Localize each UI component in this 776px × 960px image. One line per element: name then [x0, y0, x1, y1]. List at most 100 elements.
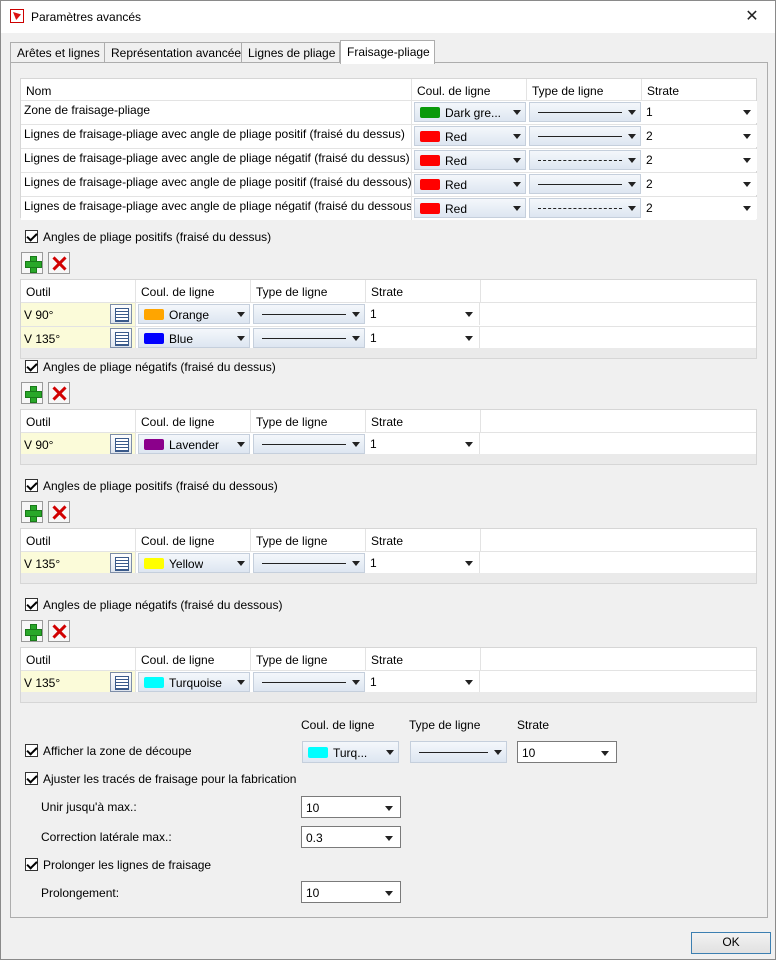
chevron-down-icon	[743, 110, 751, 115]
header-cell: Outil	[21, 529, 136, 551]
strate-value: 2	[646, 129, 653, 143]
catalog-icon[interactable]	[110, 434, 132, 454]
line-color-combo[interactable]: Red	[414, 198, 526, 218]
catalog-icon[interactable]	[110, 328, 132, 348]
line-sample	[538, 184, 622, 185]
tool-table: Outil Coul. de ligne Type de ligne Strate V …	[20, 647, 757, 703]
color-swatch	[144, 309, 164, 320]
checkbox-box[interactable]	[25, 598, 38, 611]
checkbox-box[interactable]	[25, 772, 38, 785]
chevron-down-icon	[465, 312, 473, 317]
unite-value: 10	[306, 801, 320, 815]
checkbox-box[interactable]	[25, 360, 38, 373]
catalog-icon[interactable]	[110, 553, 132, 573]
strate-value: 2	[646, 177, 653, 191]
chevron-down-icon	[465, 336, 473, 341]
table-footer	[21, 692, 756, 702]
delete-icon[interactable]	[48, 501, 70, 523]
line-type-combo[interactable]	[253, 672, 365, 692]
color-swatch	[420, 155, 440, 166]
tool-cell[interactable]: V 90°	[21, 303, 136, 326]
color-swatch	[420, 131, 440, 142]
tab-label: Lignes de pliage	[248, 46, 336, 60]
checkbox-box[interactable]	[25, 744, 38, 757]
ok-button[interactable]: OK	[691, 932, 771, 954]
line-sample	[262, 314, 346, 315]
strate-select[interactable]: 1	[367, 552, 480, 574]
line-color-combo[interactable]: Red	[414, 126, 526, 146]
header-filler	[481, 648, 758, 670]
tab-fraisage-pliage[interactable]: Fraisage-pliage	[340, 40, 435, 64]
header-cell: Strate	[366, 529, 481, 551]
unite-select[interactable]: 10	[301, 796, 401, 818]
strate-select[interactable]: 1	[367, 327, 480, 349]
cut-zone-color-combo[interactable]: Turq...	[302, 741, 399, 763]
color-swatch	[144, 439, 164, 450]
line-color-combo[interactable]: Orange	[138, 304, 250, 324]
line-type-combo[interactable]	[529, 198, 641, 218]
checkbox-box[interactable]	[25, 230, 38, 243]
delete-icon[interactable]	[48, 382, 70, 404]
delete-icon[interactable]	[48, 620, 70, 642]
line-color-combo[interactable]: Turquoise	[138, 672, 250, 692]
delete-icon[interactable]	[48, 252, 70, 274]
tool-cell[interactable]: V 135°	[21, 327, 136, 350]
tab-representation-avancee[interactable]: Représentation avancée	[104, 42, 242, 63]
header-type: Type de ligne	[527, 79, 642, 100]
tab-lignes-pliage[interactable]: Lignes de pliage	[241, 42, 340, 63]
header-cell: Type de ligne	[251, 280, 366, 302]
tool-cell[interactable]: V 90°	[21, 433, 136, 456]
close-icon[interactable]: ✕	[729, 1, 775, 33]
tool-cell[interactable]: V 135°	[21, 671, 136, 694]
cut-zone-strate-select[interactable]: 10	[517, 741, 617, 763]
line-color-combo[interactable]: Dark gre...	[414, 102, 526, 122]
strate-select[interactable]: 2	[643, 149, 757, 171]
line-type-combo[interactable]	[253, 434, 365, 454]
line-type-combo[interactable]	[253, 328, 365, 348]
color-swatch	[144, 333, 164, 344]
line-color-combo[interactable]: Red	[414, 150, 526, 170]
add-icon[interactable]	[21, 252, 43, 274]
tool-cell[interactable]: V 135°	[21, 552, 136, 575]
line-color-combo[interactable]: Yellow	[138, 553, 250, 573]
strate-value: 2	[646, 153, 653, 167]
line-color-combo[interactable]: Red	[414, 174, 526, 194]
line-type-combo[interactable]	[529, 126, 641, 146]
strate-select[interactable]: 2	[643, 173, 757, 195]
strate-select[interactable]: 2	[643, 125, 757, 147]
line-color-combo[interactable]: Lavender	[138, 434, 250, 454]
strate-select[interactable]: 1	[367, 671, 480, 693]
cut-zone-linetype-combo[interactable]	[410, 741, 507, 763]
strate-select[interactable]: 1	[367, 433, 480, 455]
line-type-combo[interactable]	[529, 174, 641, 194]
chevron-down-icon	[237, 442, 245, 447]
tab-aretes-lignes[interactable]: Arêtes et lignes	[10, 42, 105, 63]
add-icon[interactable]	[21, 620, 43, 642]
strate-value: 1	[370, 556, 377, 570]
header-filler	[481, 280, 758, 302]
add-icon[interactable]	[21, 501, 43, 523]
row-name: Lignes de fraisage-pliage avec angle de …	[21, 197, 412, 220]
strate-value: 1	[370, 437, 377, 451]
line-type-combo[interactable]	[529, 150, 641, 170]
strate-select[interactable]: 1	[643, 101, 757, 123]
line-color-combo[interactable]: Blue	[138, 328, 250, 348]
color-label: Lavender	[169, 438, 220, 452]
line-type-combo[interactable]	[253, 553, 365, 573]
strate-select[interactable]: 2	[643, 197, 757, 219]
table-row: V 90° Lavender 1	[21, 432, 756, 456]
header-nom: Nom	[21, 79, 412, 100]
catalog-icon[interactable]	[110, 672, 132, 692]
line-type-combo[interactable]	[253, 304, 365, 324]
prolongement-value: 10	[306, 886, 320, 900]
color-swatch	[144, 558, 164, 569]
checkbox-box[interactable]	[25, 479, 38, 492]
add-icon[interactable]	[21, 382, 43, 404]
prolongement-select[interactable]: 10	[301, 881, 401, 903]
checkbox-box[interactable]	[25, 858, 38, 871]
strate-select[interactable]: 1	[367, 303, 480, 325]
correction-select[interactable]: 0.3	[301, 826, 401, 848]
catalog-icon[interactable]	[110, 304, 132, 324]
strate-value: 1	[370, 675, 377, 689]
line-type-combo[interactable]	[529, 102, 641, 122]
